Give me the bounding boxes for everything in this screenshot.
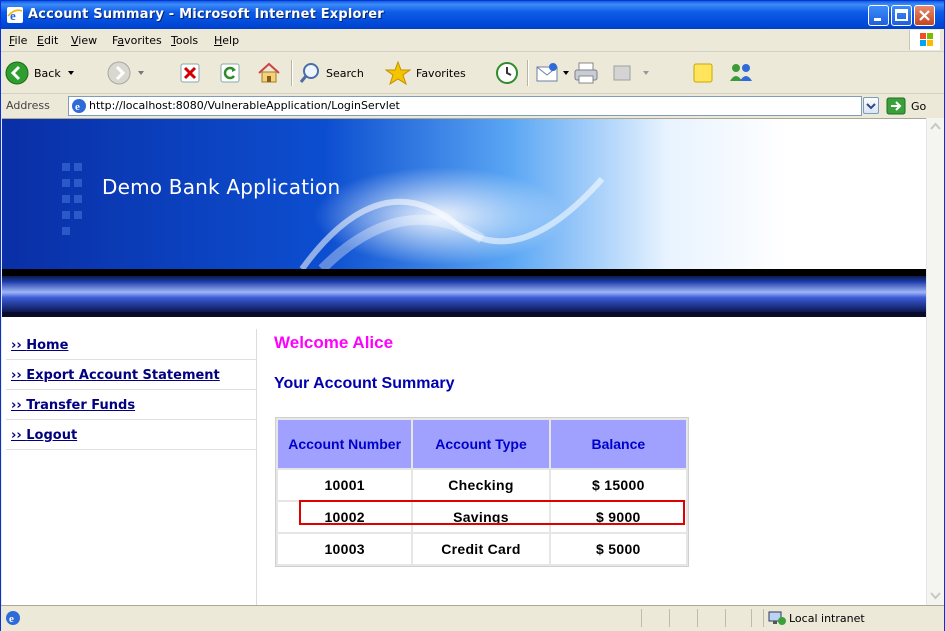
notes-icon xyxy=(693,63,713,83)
address-label: Address xyxy=(6,99,50,112)
search-button[interactable]: Search xyxy=(299,60,364,86)
chevron-down-icon xyxy=(138,71,144,75)
menu-view[interactable]: View xyxy=(71,34,97,47)
mail-icon xyxy=(536,63,558,82)
local-intranet-icon xyxy=(768,611,786,625)
page-ie-icon: e xyxy=(72,99,86,113)
account-type-cell: Checking xyxy=(413,470,549,500)
column-header: Account Type xyxy=(413,420,549,468)
mail-button[interactable] xyxy=(535,60,571,86)
account-number-cell: 10001 xyxy=(278,470,412,500)
page-status-icon: e xyxy=(6,611,20,625)
export-account-statement-link[interactable]: ›› Export Account Statement xyxy=(11,368,220,383)
address-dropdown-button[interactable] xyxy=(863,97,879,114)
messenger-button[interactable] xyxy=(727,60,755,86)
maximize-icon xyxy=(895,9,908,21)
star-icon xyxy=(385,61,411,85)
search-icon xyxy=(299,63,319,83)
scroll-down-button[interactable] xyxy=(927,587,944,604)
bank-banner: Demo Bank Application xyxy=(2,119,926,317)
menu-tools[interactable]: Tools xyxy=(171,34,198,47)
table-header-row: Account Number Account Type Balance xyxy=(278,420,686,468)
chevron-down-icon xyxy=(866,103,876,110)
chevron-down-icon xyxy=(643,71,649,75)
menu-file[interactable]: File xyxy=(9,34,27,47)
ie-logo-icon: e xyxy=(7,7,23,23)
vertical-scrollbar[interactable] xyxy=(926,118,944,605)
menu-help[interactable]: Help xyxy=(214,34,239,47)
balance-cell: $ 15000 xyxy=(550,470,686,500)
menu-edit[interactable]: Edit xyxy=(37,34,58,47)
balance-cell: $ 5000 xyxy=(550,534,686,564)
sidebar-item-logout: ›› Logout xyxy=(6,419,256,450)
scroll-up-icon xyxy=(930,122,941,130)
sidebar-item-export: ›› Export Account Statement xyxy=(6,359,256,390)
column-header: Account Number xyxy=(278,420,412,468)
table-row: 10003 Credit Card $ 5000 xyxy=(278,534,686,564)
banner-title: Demo Bank Application xyxy=(102,175,341,199)
welcome-heading: Welcome Alice xyxy=(274,333,394,352)
scroll-up-button[interactable] xyxy=(927,118,944,135)
chevron-down-icon xyxy=(67,71,74,75)
status-bar: e Local intranet xyxy=(1,605,944,631)
chevron-down-icon xyxy=(563,71,569,75)
go-arrow-icon xyxy=(886,97,906,115)
close-button[interactable] xyxy=(914,5,935,26)
history-icon xyxy=(496,62,518,84)
print-button[interactable] xyxy=(573,60,599,86)
history-button[interactable] xyxy=(495,60,519,86)
account-number-cell: 10003 xyxy=(278,534,412,564)
messenger-icon xyxy=(730,64,752,81)
back-arrow-icon xyxy=(5,61,29,85)
home-icon xyxy=(258,62,280,83)
logout-link[interactable]: ›› Logout xyxy=(11,428,77,443)
back-button[interactable]: Back xyxy=(5,60,77,86)
svg-text:e: e xyxy=(9,613,14,625)
browser-window: e Account Summary - Microsoft Internet E… xyxy=(0,0,945,631)
stop-icon xyxy=(180,63,200,83)
scroll-down-icon xyxy=(930,592,941,600)
maximize-button[interactable] xyxy=(891,5,912,26)
title-bar[interactable]: e Account Summary - Microsoft Internet E… xyxy=(1,1,944,29)
svg-text:e: e xyxy=(75,101,80,113)
table-row: 10001 Checking $ 15000 xyxy=(278,470,686,500)
refresh-button[interactable] xyxy=(219,60,241,86)
sidebar-item-transfer: ›› Transfer Funds xyxy=(6,389,256,420)
refresh-icon xyxy=(220,63,240,83)
account-type-cell: Credit Card xyxy=(413,534,549,564)
minimize-icon xyxy=(874,18,881,21)
printer-icon xyxy=(574,62,598,84)
windows-logo-icon xyxy=(909,30,940,50)
edit-icon xyxy=(613,65,631,81)
forward-button[interactable] xyxy=(107,60,147,86)
favorites-button[interactable]: Favorites xyxy=(385,60,466,86)
account-summary-table: Account Number Account Type Balance 1000… xyxy=(275,417,689,567)
go-button[interactable]: Go xyxy=(886,96,926,116)
sidebar-nav: ›› Home ›› Export Account Statement ›› T… xyxy=(6,329,257,605)
transfer-funds-link[interactable]: ›› Transfer Funds xyxy=(11,398,135,413)
home-button[interactable] xyxy=(257,60,281,86)
menu-bar: File Edit View Favorites Tools Help xyxy=(1,29,944,52)
sidebar-item-home: ›› Home xyxy=(6,329,256,360)
banner-graphic xyxy=(2,119,926,317)
menu-favorites[interactable]: Favorites xyxy=(112,34,162,47)
edit-button[interactable] xyxy=(611,60,651,86)
account-summary-heading: Your Account Summary xyxy=(274,375,455,392)
address-url: http://localhost:8080/VulnerableApplicat… xyxy=(89,99,400,112)
standard-toolbar: Back Search Favorites xyxy=(1,52,944,94)
security-zone-label: Local intranet xyxy=(789,612,865,625)
stop-button[interactable] xyxy=(179,60,201,86)
column-header: Balance xyxy=(550,420,686,468)
minimize-button[interactable] xyxy=(868,5,889,26)
page-content: Demo Bank Application ›› Home ›› Export … xyxy=(2,118,926,605)
close-icon xyxy=(919,10,930,21)
forward-arrow-icon xyxy=(107,61,131,85)
address-input[interactable]: e http://localhost:8080/VulnerableApplic… xyxy=(68,96,862,116)
discuss-button[interactable] xyxy=(691,60,715,86)
window-title: Account Summary - Microsoft Internet Exp… xyxy=(28,7,384,22)
address-bar: Address e http://localhost:8080/Vulnerab… xyxy=(1,94,944,118)
highlight-box xyxy=(299,500,685,525)
home-link[interactable]: ›› Home xyxy=(11,338,68,353)
